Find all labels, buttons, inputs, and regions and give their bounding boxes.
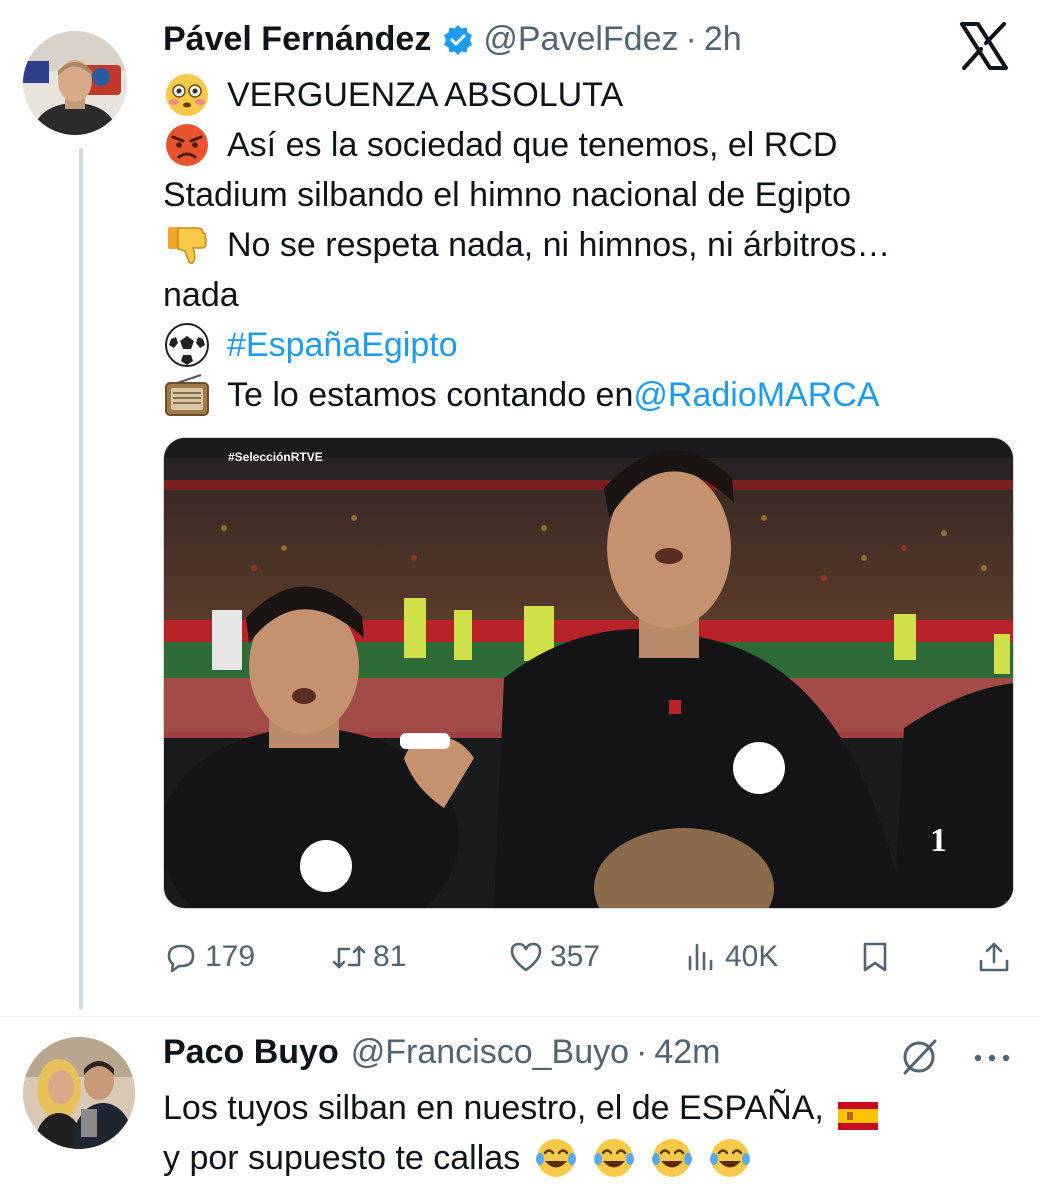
reply-author-name[interactable]: Paco Buyo — [163, 1033, 339, 1072]
grok-icon[interactable] — [897, 1035, 941, 1079]
tweet-media-image[interactable]: #SelecciónRTVE 1 — [163, 437, 1014, 909]
tears-of-joy-emoji — [708, 1136, 752, 1180]
thread-connector-line — [79, 148, 83, 1010]
verified-badge-icon — [441, 23, 475, 57]
reply-timestamp[interactable]: 42m — [654, 1033, 720, 1072]
reply-line: Los tuyos silban en nuestro, el de ESPAÑ… — [163, 1083, 1013, 1133]
x-logo-icon — [956, 18, 1012, 74]
tweet-line: VERGUENZA ABSOLUTA — [163, 70, 1013, 120]
tweet-action-bar: 179 81 357 40K — [163, 932, 1013, 982]
reply-author-avatar[interactable] — [23, 1037, 135, 1149]
tweet-text: VERGUENZA ABSOLUTA Así es la sociedad qu… — [163, 70, 1013, 420]
tweet-timestamp[interactable]: 2h — [704, 20, 742, 59]
tweet-divider — [0, 1016, 1040, 1017]
reply-button[interactable]: 179 — [163, 932, 255, 982]
hashtag-link[interactable]: #EspañaEgipto — [227, 320, 458, 370]
views-count: 40K — [725, 940, 779, 973]
heart-icon — [510, 942, 542, 972]
radio-emoji — [163, 371, 211, 419]
media-channel-badge: 1 — [930, 822, 947, 859]
reply-count: 179 — [205, 940, 256, 973]
like-count: 357 — [550, 940, 601, 973]
tears-of-joy-emoji — [650, 1136, 694, 1180]
tweet-line-text: Stadium silbando el himno nacional de Eg… — [163, 176, 852, 214]
retweet-count: 81 — [373, 940, 407, 973]
tweet-line: Así es la sociedad que tenemos, el RCD — [163, 120, 1013, 170]
tweet-line: nada — [163, 270, 1013, 320]
author-handle[interactable]: @PavelFdez — [483, 20, 678, 59]
share-icon — [979, 942, 1009, 972]
like-button[interactable]: 357 — [508, 932, 600, 982]
tweet-line-text: VERGUENZA ABSOLUTA — [227, 76, 624, 114]
reply-icon — [167, 944, 195, 973]
tweet-line-text: nada — [163, 276, 239, 314]
reply-author-handle[interactable]: @Francisco_Buyo — [351, 1033, 629, 1072]
tweet-line: Te lo estamos contando en @RadioMARCA — [163, 370, 1013, 420]
mention-link[interactable]: @RadioMARCA — [633, 370, 879, 420]
author-avatar[interactable] — [23, 31, 127, 135]
tweet-header: Pável Fernández @PavelFdez · 2h — [163, 20, 742, 59]
reply-line: y por supuesto te callas — [163, 1133, 1013, 1183]
tweet-line-text: Te lo estamos contando en — [227, 376, 634, 414]
angry-face-emoji — [163, 121, 211, 169]
thumbs-down-emoji — [163, 221, 211, 269]
tweet-line-text: No se respeta nada, ni himnos, ni árbitr… — [227, 226, 891, 264]
reply-header: Paco Buyo @Francisco_Buyo · 42m — [163, 1033, 720, 1072]
media-watermark-tag: #SelecciónRTVE — [228, 450, 323, 464]
reply-line-text: Los tuyos silban en nuestro, el de ESPAÑ… — [163, 1089, 824, 1127]
share-button[interactable] — [976, 932, 1018, 982]
bookmark-button[interactable] — [857, 932, 899, 982]
soccer-ball-emoji — [163, 321, 211, 369]
separator-dot: · — [685, 20, 697, 58]
tweet-line-text: Así es la sociedad que tenemos, el RCD — [227, 126, 838, 164]
separator-dot: · — [636, 1033, 648, 1071]
author-name[interactable]: Pável Fernández — [163, 20, 431, 59]
tweet-line: #EspañaEgipto — [163, 320, 1013, 370]
flushed-face-emoji — [163, 71, 211, 119]
more-options-icon[interactable] — [970, 1040, 1014, 1076]
tears-of-joy-emoji — [534, 1136, 578, 1180]
tears-of-joy-emoji — [592, 1136, 636, 1180]
views-button[interactable]: 40K — [683, 932, 778, 982]
reply-text: Los tuyos silban en nuestro, el de ESPAÑ… — [163, 1083, 1013, 1183]
views-chart-icon — [688, 943, 713, 971]
retweet-icon — [332, 945, 366, 969]
retweet-button[interactable]: 81 — [331, 932, 406, 982]
tweet-line: No se respeta nada, ni himnos, ni árbitr… — [163, 220, 1013, 270]
spain-flag-emoji — [837, 1094, 878, 1130]
bookmark-icon — [863, 942, 887, 972]
tweet-line: Stadium silbando el himno nacional de Eg… — [163, 170, 1013, 220]
reply-line-text: y por supuesto te callas — [163, 1139, 521, 1177]
